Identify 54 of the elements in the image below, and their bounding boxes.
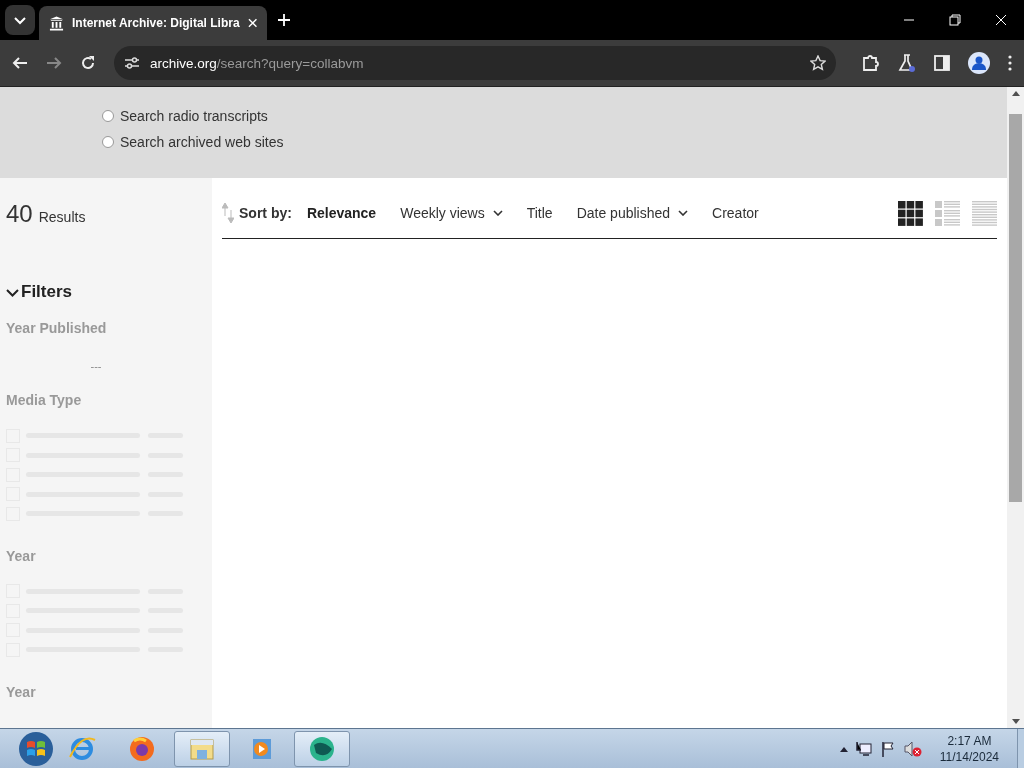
star-icon[interactable] [810,55,826,71]
network-icon[interactable] [855,740,872,757]
chevron-down-icon [678,210,689,216]
start-button[interactable] [18,730,54,767]
sort-option[interactable]: Title [526,205,553,221]
tab-list-button[interactable] [5,5,35,35]
radio-label: Search radio transcripts [120,108,268,124]
scroll-up-icon[interactable] [1011,91,1020,96]
radio-label: Search archived web sites [120,134,284,150]
puzzle-icon[interactable] [862,54,880,72]
firefox-icon [128,734,156,763]
filter-heading: Year [6,547,37,564]
side-panel-icon[interactable] [934,55,950,71]
profile-icon[interactable] [968,52,990,74]
filter-heading: Year [6,683,37,700]
sort-option[interactable]: Date published [576,205,689,221]
filter-heading: Year Published [6,320,108,336]
new-tab-icon[interactable] [277,13,291,27]
sort-option[interactable]: Relevance [306,205,377,221]
show-desktop-button[interactable] [1017,728,1024,768]
flag-icon[interactable] [879,740,896,757]
result-count: 40 [6,200,33,228]
browser-e-icon [68,734,96,763]
taskbar-button[interactable] [294,730,350,767]
radio-button[interactable] [102,136,114,148]
back-icon[interactable] [12,55,28,71]
loading-indicator: --- [90,360,102,372]
site-settings-icon[interactable] [124,55,140,71]
library-icon [49,15,64,31]
muted-speaker-icon[interactable] [903,740,922,757]
globe-icon [308,734,336,763]
chevron-down-icon [492,210,503,216]
browser-tab[interactable]: Internet Archive: Digital Libra [39,6,267,40]
radio-button[interactable] [102,110,114,122]
scrollbar-thumb[interactable] [1009,113,1022,502]
clock[interactable]: 2:17 AM 11/14/2024 [939,732,999,765]
url-text: archive.org/search?query=collabvm [150,55,365,71]
sort-label: Sort by: [239,205,292,221]
filters-toggle[interactable]: Filters [6,282,206,302]
reload-icon[interactable] [80,55,96,71]
close-icon[interactable] [247,18,257,28]
grid-view-icon[interactable] [898,200,923,226]
menu-icon[interactable] [1008,55,1012,71]
filter-heading: Media Type [6,392,83,408]
address-bar[interactable]: archive.org/search?query=collabvm [114,46,836,80]
results-label: Results [38,209,86,225]
restore-icon[interactable] [949,14,961,26]
sort-option[interactable]: Weekly views [400,205,503,221]
close-icon[interactable] [995,14,1007,26]
forward-icon[interactable] [46,55,62,71]
flask-icon[interactable] [898,54,916,72]
sort-option[interactable]: Creator [712,205,759,221]
show-hidden-icon[interactable] [839,745,848,752]
scroll-down-icon[interactable] [1011,719,1020,724]
